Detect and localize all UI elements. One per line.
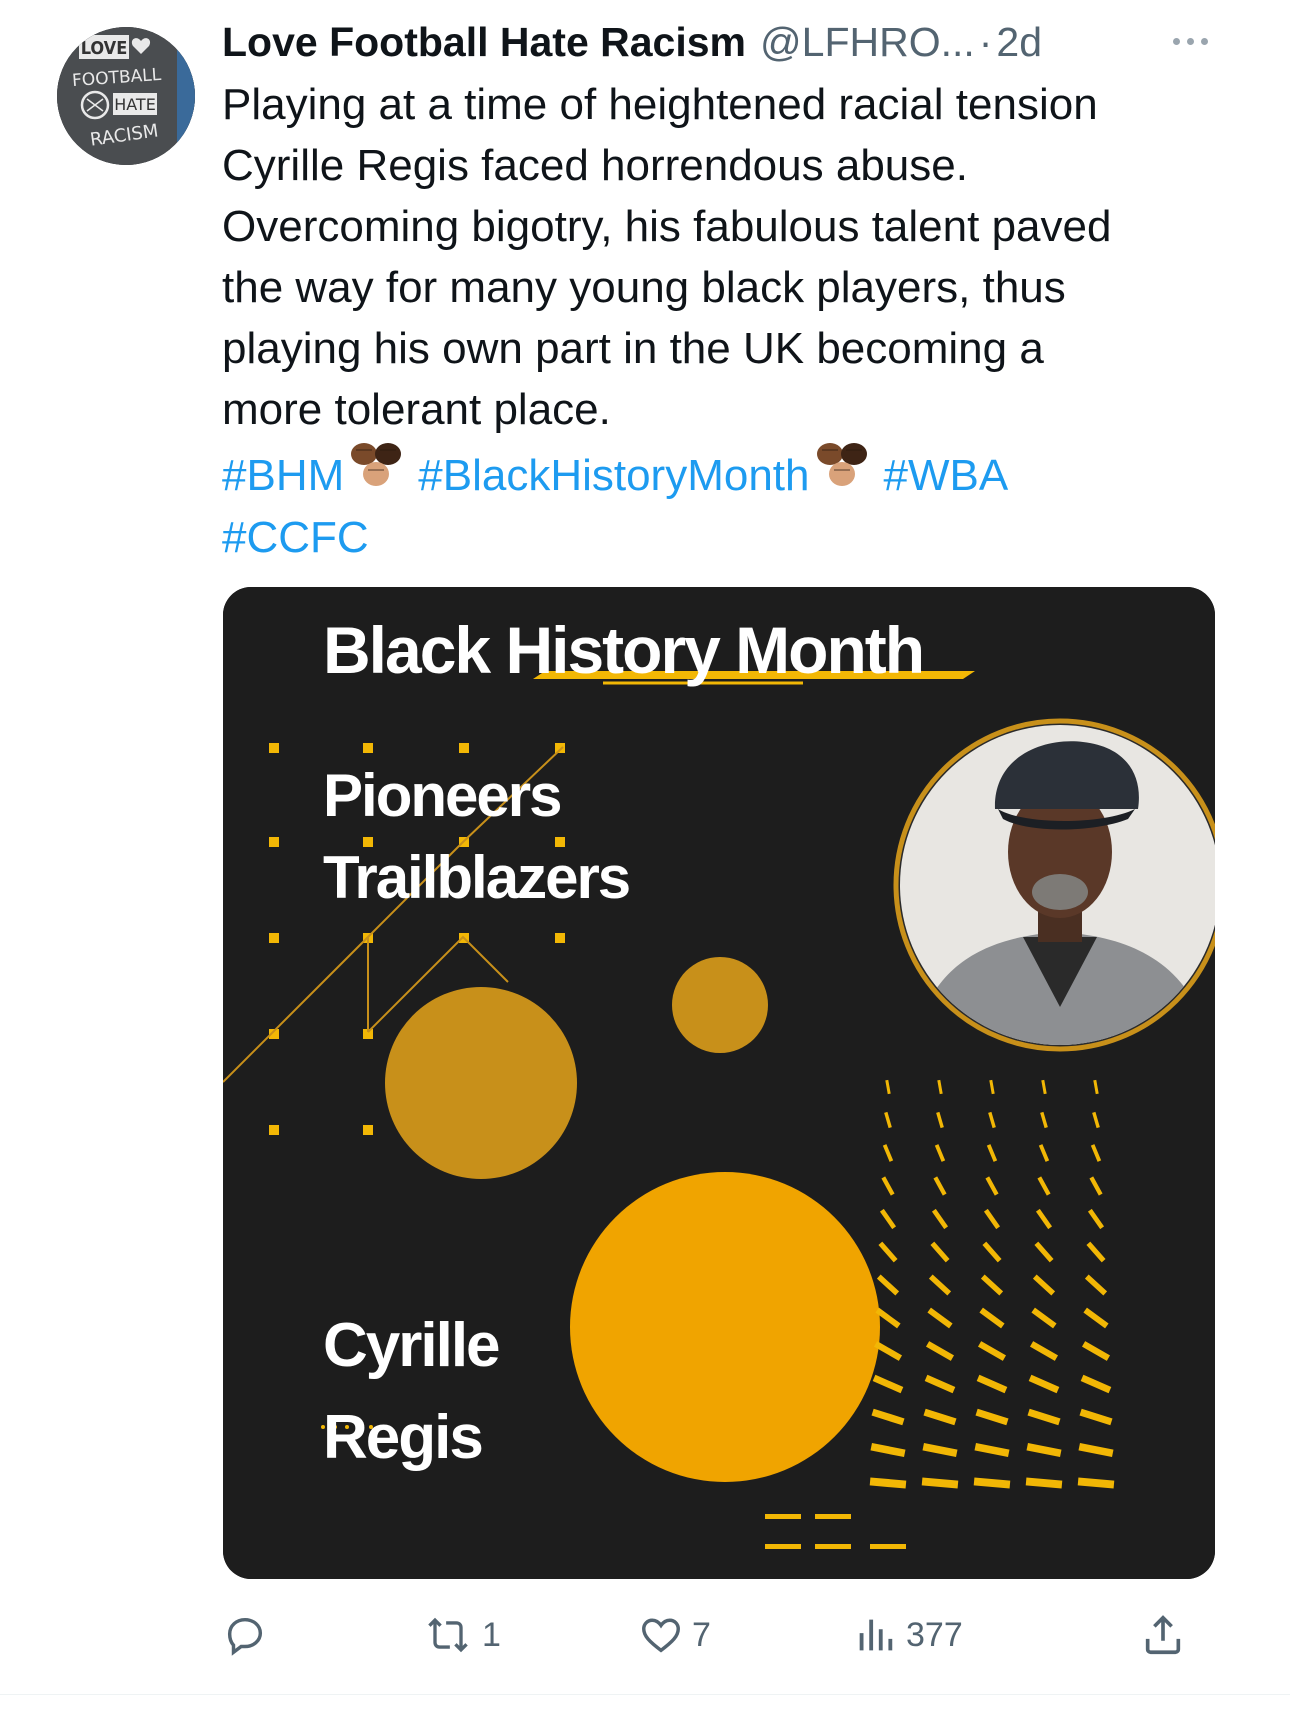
hashtags: #BHM #BlackHistoryMonth #WBA #CCFC [222,440,1222,569]
media-subtitle-line: Pioneers [323,762,562,829]
like-button[interactable]: 7 [638,1600,711,1670]
tweet-text-line: playing his own part in the UK becoming … [222,324,1044,373]
more-dot-icon [1200,37,1208,45]
heart-icon [642,1618,680,1653]
tweet-media-image[interactable]: Black History Month Pioneers Trailblazer… [223,587,1215,1579]
tweet-text-line: Playing at a time of heightened racial t… [222,80,1098,129]
separator-dot: · [978,18,993,65]
dash-mark [870,1544,906,1549]
author-handle[interactable]: @LFHRO... [760,19,975,66]
media-name-line: Cyrille [323,1311,501,1380]
tweet[interactable]: LOVE FOOTBALL HATE RACISM Love Football … [0,0,1290,1717]
like-count: 7 [692,1615,711,1654]
media-subtitle-line: Trailblazers [323,844,631,911]
share-icon [1145,1615,1181,1655]
tweet-header: Love Football Hate Racism @LFHRO... · 2d [222,14,1222,70]
bottom-divider [0,1694,1290,1695]
hashtag-ccfc[interactable]: #CCFC [222,513,369,562]
dash-mark [815,1514,851,1519]
media-title: Black History Month [323,613,925,687]
media-name-line: Regis [323,1403,484,1472]
svg-text:HATE: HATE [114,95,156,114]
hashtag-wba[interactable]: #WBA [884,451,1009,500]
author-avatar[interactable]: LOVE FOOTBALL HATE RACISM [57,27,195,165]
tweet-text-line: more tolerant place. [222,385,611,434]
tweet-actions: 1 7 377 [222,1600,1222,1670]
retweet-count: 1 [482,1615,501,1654]
tweet-text-line: Cyrille Regis faced horrendous abuse. [222,141,968,190]
raised-fists-emoji-icon [816,443,867,486]
dash-mark [765,1514,801,1519]
media-player-name: Cyrille Regis [323,1300,501,1484]
tweet-text: Playing at a time of heightened racial t… [222,74,1222,440]
views-button[interactable]: 377 [852,1600,963,1670]
dash-mark [765,1544,801,1549]
svg-text:LOVE: LOVE [81,38,128,59]
views-count: 377 [906,1615,963,1654]
retweet-button[interactable]: 1 [422,1600,501,1670]
more-options-button[interactable] [1160,26,1220,56]
hashtag-bhm[interactable]: #BHM [222,451,344,500]
author-display-name[interactable]: Love Football Hate Racism [222,19,746,66]
reply-icon [227,1617,263,1656]
views-chart-icon [859,1619,893,1651]
raised-fists-emoji-icon [351,443,402,486]
media-subtitle: Pioneers Trailblazers [323,755,631,919]
tweet-text-line: Overcoming bigotry, his fabulous talent … [222,202,1112,251]
more-dot-icon [1172,37,1180,45]
tweet-timestamp[interactable]: 2d [996,19,1042,66]
hashtag-blackhistorymonth[interactable]: #BlackHistoryMonth [418,451,809,500]
dash-mark [815,1544,851,1549]
avatar-logo-image: LOVE FOOTBALL HATE RACISM [57,27,195,165]
more-dot-icon [1186,37,1194,45]
retweet-icon [428,1617,468,1653]
reply-button[interactable] [222,1600,276,1670]
share-button[interactable] [1140,1600,1186,1670]
tweet-text-line: the way for many young black players, th… [222,263,1066,312]
